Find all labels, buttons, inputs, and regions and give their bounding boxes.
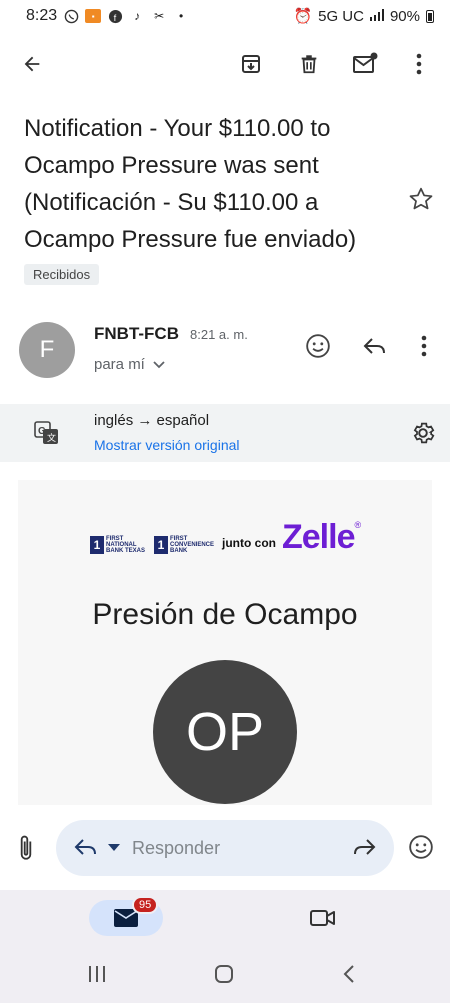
email-body: 1 FIRST NATIONAL BANK TEXAS 1 FIRST CONV…	[18, 480, 432, 805]
back-button[interactable]	[16, 48, 48, 80]
translation-bar: G文 inglés → español Mostrar versión orig…	[0, 404, 450, 462]
reply-bar: Responder	[0, 814, 450, 882]
delete-button[interactable]	[293, 48, 325, 80]
recents-icon	[89, 966, 105, 982]
bottom-navigation: 95	[0, 890, 450, 1003]
battery-label: 90%	[389, 7, 420, 25]
system-back-button[interactable]	[342, 964, 356, 989]
first-national-bank-logo: 1 FIRST NATIONAL BANK TEXAS	[90, 536, 148, 554]
emoji-icon	[306, 334, 330, 358]
network-label: 5G UC	[318, 7, 364, 25]
translate-icon: G文	[34, 421, 60, 450]
svg-text:文: 文	[47, 432, 56, 443]
alarm-icon: ⏰	[293, 8, 313, 25]
video-camera-icon	[310, 910, 335, 926]
mark-unread-icon	[353, 52, 378, 73]
mark-unread-button[interactable]	[349, 48, 381, 80]
reply-emoji-button[interactable]	[408, 834, 434, 865]
unread-count-badge: 95	[132, 896, 159, 914]
recipient-details-toggle[interactable]: para mí	[94, 356, 165, 373]
more-vert-icon	[421, 335, 427, 357]
whatsapp-icon	[63, 8, 79, 24]
translation-settings-button[interactable]	[410, 420, 436, 451]
chevron-left-icon	[343, 965, 354, 983]
archive-button[interactable]	[235, 48, 267, 80]
recipient-label: para mí	[94, 356, 145, 373]
paperclip-icon	[20, 835, 32, 860]
payee-name: Presión de Ocampo	[92, 598, 358, 631]
email-toolbar	[0, 40, 450, 88]
sender-row: F FNBT-FCB 8:21 a. m. para mí	[0, 320, 450, 384]
signal-icon	[369, 8, 384, 25]
more-notifications-icon: •	[179, 9, 184, 23]
svg-text:f: f	[113, 13, 116, 23]
status-right: ⏰ 5G UC 90%	[293, 7, 434, 25]
junto-con-text: junto con	[222, 536, 276, 550]
sender-avatar[interactable]: F	[19, 322, 75, 378]
show-original-link[interactable]: Mostrar versión original	[94, 437, 240, 453]
email-time: 8:21 a. m.	[190, 327, 248, 342]
home-icon	[215, 965, 233, 983]
attach-button[interactable]	[15, 834, 37, 867]
zelle-logo: Zelle®	[282, 518, 362, 556]
chevron-down-icon	[153, 360, 165, 368]
first-convenience-bank-logo: 1 FIRST CONVENIENCE BANK	[154, 536, 214, 554]
payee-initials-avatar: OP	[153, 660, 297, 804]
gear-icon	[413, 422, 435, 444]
recents-button[interactable]	[87, 964, 107, 989]
archive-icon	[242, 55, 260, 73]
caret-down-icon[interactable]	[108, 844, 120, 852]
nav-mail-tab[interactable]: 95	[89, 896, 163, 936]
brand-logos: 1 FIRST NATIONAL BANK TEXAS 1 FIRST CONV…	[90, 518, 361, 554]
translation-languages: inglés → español	[94, 412, 210, 429]
reply-icon	[363, 338, 385, 354]
star-button[interactable]	[408, 186, 434, 217]
more-options-button[interactable]	[403, 48, 435, 80]
status-time: 8:23	[26, 7, 58, 24]
emoji-icon	[409, 835, 433, 859]
trash-icon	[301, 55, 317, 74]
sender-name: FNBT-FCB	[94, 324, 179, 343]
quick-reply-field[interactable]: Responder	[56, 820, 394, 876]
reply-icon	[74, 839, 96, 855]
more-vert-icon	[416, 53, 422, 75]
inbox-label-chip[interactable]: Recibidos	[24, 264, 100, 285]
react-emoji-button[interactable]	[304, 332, 332, 360]
star-icon	[409, 187, 433, 210]
battery-icon	[426, 9, 434, 23]
svg-text:G: G	[38, 426, 46, 437]
app-notification-icon: ▪	[85, 9, 102, 23]
tools-icon: ✂	[154, 9, 165, 23]
nav-meet-tab[interactable]	[310, 908, 336, 933]
status-bar: 8:23 ▪ f ♪ ✂ • ⏰ 5G UC 90%	[0, 0, 450, 32]
arrow-back-icon	[24, 56, 40, 72]
message-more-button[interactable]	[410, 332, 438, 360]
email-subject: Notification - Your $110.00 to Ocampo Pr…	[24, 115, 357, 253]
reply-button[interactable]	[361, 332, 389, 360]
facebook-icon: f	[107, 8, 123, 24]
system-navigation	[0, 958, 450, 998]
forward-icon[interactable]	[352, 837, 376, 857]
status-left: 8:23 ▪ f ♪ ✂ •	[26, 7, 189, 25]
tiktok-icon: ♪	[134, 9, 141, 23]
home-button[interactable]	[214, 964, 234, 989]
reply-placeholder: Responder	[132, 838, 221, 858]
